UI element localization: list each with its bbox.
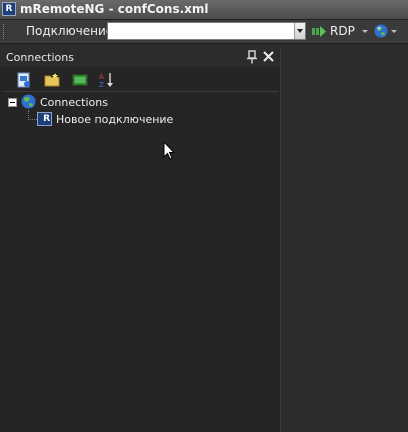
mouse-cursor-icon [163, 141, 176, 160]
toolbar-grip[interactable] [3, 24, 7, 39]
panel-title: Connections [6, 51, 74, 64]
app-icon: R [2, 2, 16, 16]
new-folder-button[interactable] [42, 70, 62, 90]
quick-connect-globe-button[interactable] [374, 23, 398, 40]
globe-icon [21, 94, 36, 109]
window-title: mRemoteNG - confCons.xml [20, 2, 209, 16]
tree-collapse-toggle[interactable] [8, 98, 17, 107]
tree-connector-line [28, 110, 37, 120]
svg-text:Z: Z [99, 81, 104, 88]
rdp-arrow-icon [312, 26, 326, 37]
connection-input[interactable] [108, 23, 294, 39]
globe-dropdown-arrow[interactable] [391, 30, 397, 33]
rdp-label: RDP [330, 24, 355, 38]
globe-icon [374, 24, 388, 38]
view-toggle-button[interactable] [70, 70, 90, 90]
protocol-dropdown-arrow[interactable] [362, 30, 368, 33]
view-icon [72, 74, 88, 86]
title-bar: R mRemoteNG - confCons.xml [0, 0, 408, 20]
svg-text:A: A [99, 73, 104, 81]
pin-icon[interactable] [246, 50, 258, 64]
tree-item-new-connection[interactable]: Новое подключение [56, 113, 173, 126]
close-icon[interactable] [262, 50, 275, 63]
sort-az-icon: A Z [99, 73, 113, 88]
quick-connect-toolbar: Подключение: RDP [0, 20, 408, 44]
sort-az-button[interactable]: A Z [96, 70, 116, 90]
new-folder-icon [44, 73, 60, 87]
panel-toolbar: A Z [4, 69, 278, 92]
new-connection-button[interactable] [14, 70, 34, 90]
rdp-connect-button[interactable]: RDP [312, 23, 356, 40]
tree-root-connections[interactable]: Connections [40, 96, 108, 109]
connection-combobox[interactable] [107, 22, 306, 40]
connections-panel: Connections A Z Connections R Новое подк… [0, 48, 281, 432]
new-connection-icon [17, 72, 30, 88]
connection-label: Подключение: [26, 24, 118, 38]
panel-header: Connections [0, 48, 280, 67]
combobox-dropdown-button[interactable] [294, 23, 305, 39]
connection-item-icon: R [37, 112, 52, 126]
